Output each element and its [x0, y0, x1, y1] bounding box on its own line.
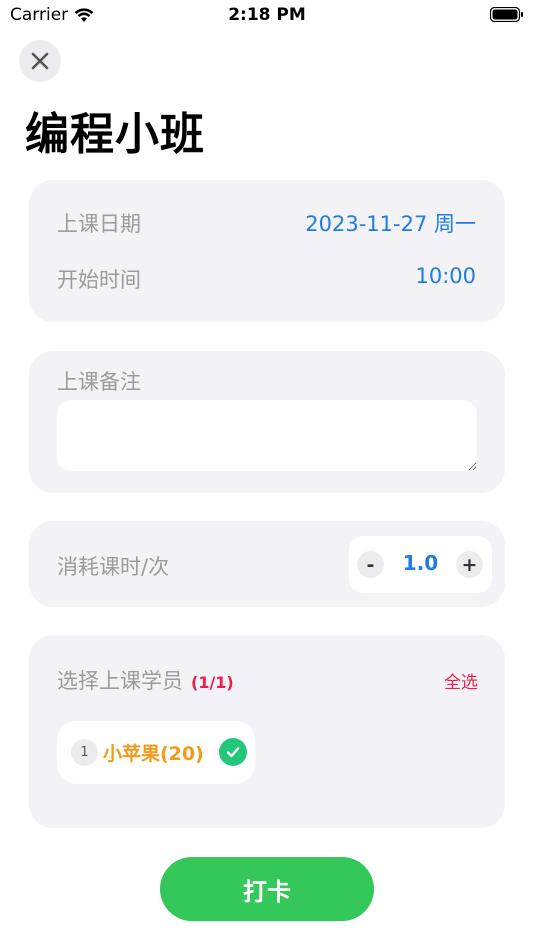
increment-button[interactable]: +: [456, 551, 483, 578]
page-title: 编程小班: [25, 109, 205, 160]
battery-icon: [490, 7, 523, 22]
student-index: 1: [71, 739, 98, 766]
close-button[interactable]: [19, 40, 61, 82]
hours-value: 1.0: [402, 551, 439, 575]
start-time-label: 开始时间: [57, 268, 141, 292]
hours-card: 消耗课时/次 - 1.0 +: [29, 521, 505, 607]
close-icon: [31, 52, 49, 70]
student-chip[interactable]: 1 小苹果(20): [57, 721, 255, 784]
decrement-button[interactable]: -: [357, 551, 384, 578]
checkmark-icon: [219, 738, 247, 766]
students-header: 选择上课学员 (1/1): [57, 665, 234, 695]
students-label: 选择上课学员: [57, 669, 183, 693]
hours-stepper: - 1.0 +: [349, 536, 492, 593]
notes-input[interactable]: [57, 400, 477, 471]
checkin-button[interactable]: 打卡: [160, 857, 374, 921]
students-count: (1/1): [191, 673, 234, 692]
status-bar: Carrier 2:18 PM: [0, 0, 534, 30]
notes-label: 上课备注: [57, 370, 141, 394]
schedule-card: 上课日期 2023-11-27 周一 开始时间 10:00: [29, 180, 505, 322]
start-time-value[interactable]: 10:00: [415, 264, 476, 288]
students-card: 选择上课学员 (1/1) 全选 1 小苹果(20): [29, 635, 505, 828]
notes-card: 上课备注: [29, 351, 505, 493]
status-time: 2:18 PM: [228, 5, 306, 25]
hours-label: 消耗课时/次: [57, 555, 170, 579]
date-value[interactable]: 2023-11-27 周一: [305, 208, 476, 238]
select-all-button[interactable]: 全选: [444, 668, 478, 693]
student-name: 小苹果(20): [103, 743, 204, 765]
date-label: 上课日期: [57, 212, 141, 236]
